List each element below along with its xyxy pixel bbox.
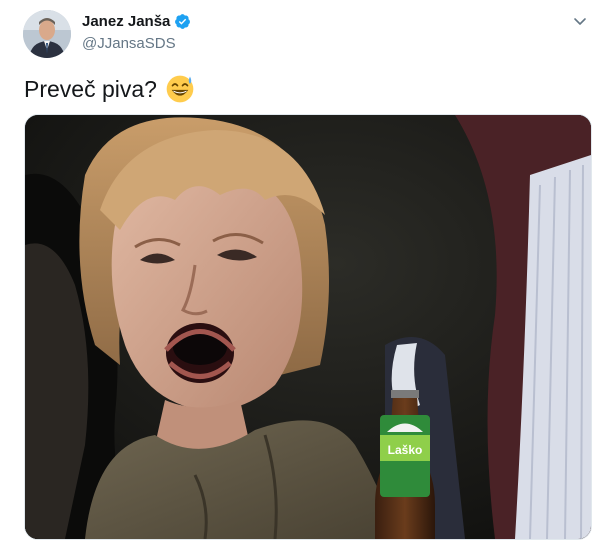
bottle-label: Laško: [388, 443, 423, 457]
author-handle[interactable]: @JJansaSDS: [82, 35, 176, 52]
verified-badge-icon: [175, 14, 191, 29]
tweet-card: Janez Janša @JJansaSDS Preveč piva? Lašk…: [0, 0, 610, 549]
photo-image: Laško: [25, 115, 591, 539]
avatar-image: [23, 10, 71, 58]
tweet-photo[interactable]: Laško: [24, 114, 592, 540]
tweet-text-row: Preveč piva?: [24, 74, 195, 104]
author-name-row[interactable]: Janez Janša: [82, 13, 191, 30]
grinning-face-with-sweat-icon: [166, 75, 194, 103]
author-avatar[interactable]: [23, 10, 71, 58]
author-name[interactable]: Janez Janša: [82, 13, 170, 30]
tweet-text: Preveč piva?: [24, 75, 157, 102]
chevron-down-icon[interactable]: [570, 12, 590, 32]
